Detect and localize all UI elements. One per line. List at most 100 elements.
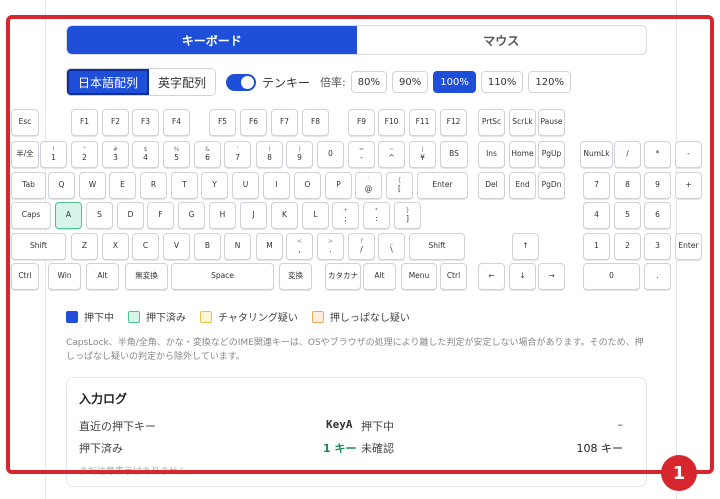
key[interactable]: | ¥	[409, 141, 436, 168]
key[interactable]: ←	[478, 263, 505, 290]
key[interactable]: M	[256, 233, 283, 260]
key[interactable]: PgUp	[538, 141, 565, 168]
key[interactable]: 無変換	[125, 263, 168, 290]
key[interactable]: E	[109, 172, 136, 199]
key[interactable]: Enter	[417, 172, 468, 199]
key[interactable]: F10	[378, 109, 405, 136]
key[interactable]: 6	[644, 202, 671, 229]
key[interactable]: F	[147, 202, 174, 229]
key[interactable]: F11	[409, 109, 436, 136]
key[interactable]: Ins	[478, 141, 505, 168]
key[interactable]: F6	[240, 109, 267, 136]
key[interactable]: Z	[71, 233, 98, 260]
key[interactable]: <,	[286, 233, 313, 260]
key[interactable]: D	[117, 202, 144, 229]
key[interactable]: {[	[386, 172, 413, 199]
key[interactable]: BS	[440, 141, 468, 168]
key[interactable]: +;	[332, 202, 359, 229]
key[interactable]: ' 7	[224, 141, 251, 168]
key[interactable]: N	[224, 233, 251, 260]
key[interactable]: = -	[348, 141, 375, 168]
key[interactable]: +	[675, 172, 702, 199]
key[interactable]: F9	[348, 109, 375, 136]
key[interactable]: Win	[48, 263, 81, 290]
key[interactable]: G	[178, 202, 205, 229]
key[interactable]: S	[86, 202, 113, 229]
key[interactable]: 変換	[279, 263, 312, 290]
key[interactable]: End	[509, 172, 536, 199]
key[interactable]: 半/全	[11, 141, 39, 168]
key[interactable]: 7	[583, 172, 610, 199]
key[interactable]: Shift	[11, 233, 66, 260]
key[interactable]: ? /	[348, 233, 375, 260]
key[interactable]: ` @	[355, 172, 382, 199]
key[interactable]: 8	[614, 172, 641, 199]
key[interactable]: }]	[394, 202, 421, 229]
key[interactable]: Esc	[11, 109, 39, 136]
key[interactable]: *:	[363, 202, 390, 229]
key[interactable]: 9	[644, 172, 671, 199]
key[interactable]: $4	[132, 141, 159, 168]
key[interactable]: F5	[209, 109, 236, 136]
key[interactable]: Space	[171, 263, 274, 290]
key[interactable]: Caps	[11, 202, 51, 229]
key[interactable]: ↓	[509, 263, 536, 290]
key[interactable]: Enter	[675, 233, 702, 260]
key[interactable]: X	[102, 233, 129, 260]
key[interactable]: >.	[317, 233, 344, 260]
key[interactable]: I	[263, 172, 290, 199]
key[interactable]: Home	[509, 141, 536, 168]
key[interactable]: Menu	[401, 263, 437, 290]
key[interactable]: ↑	[512, 233, 539, 260]
key[interactable]: L	[302, 202, 329, 229]
key[interactable]: P	[325, 172, 352, 199]
key[interactable]: W	[79, 172, 106, 199]
key[interactable]: /	[614, 141, 641, 168]
key[interactable]: Y	[201, 172, 228, 199]
key[interactable]: .	[644, 263, 671, 290]
key[interactable]: B	[194, 233, 221, 260]
key[interactable]: Tab	[11, 172, 46, 199]
key[interactable]: 1	[583, 233, 610, 260]
key[interactable]: V	[163, 233, 190, 260]
key[interactable]: F8	[302, 109, 329, 136]
key[interactable]: カタカナ	[325, 263, 361, 290]
key[interactable]: 2	[614, 233, 641, 260]
key[interactable]: F3	[132, 109, 159, 136]
key[interactable]: Alt	[86, 263, 119, 290]
key[interactable]: Ctrl	[440, 263, 467, 290]
key[interactable]: →	[538, 263, 565, 290]
key[interactable]: Ctrl	[11, 263, 39, 290]
key[interactable]: O	[294, 172, 321, 199]
key[interactable]: 0	[317, 141, 344, 168]
key[interactable]: ! 1	[40, 141, 67, 168]
key[interactable]: (8	[256, 141, 283, 168]
key[interactable]: Del	[478, 172, 505, 199]
key[interactable]: Shift	[409, 233, 465, 260]
key[interactable]: Alt	[363, 263, 396, 290]
key[interactable]: T	[171, 172, 198, 199]
key[interactable]: ScrLk	[509, 109, 536, 136]
key[interactable]: 5	[614, 202, 641, 229]
key[interactable]: ) 9	[286, 141, 313, 168]
key[interactable]: Pause	[538, 109, 565, 136]
key[interactable]: F12	[440, 109, 467, 136]
key[interactable]: -	[675, 141, 702, 168]
key[interactable]: K	[271, 202, 298, 229]
key[interactable]: ~ ^	[378, 141, 405, 168]
key[interactable]: % 5	[163, 141, 190, 168]
key[interactable]: _ \	[378, 233, 405, 260]
key[interactable]: J	[240, 202, 267, 229]
key[interactable]: C	[132, 233, 159, 260]
key[interactable]: 4	[583, 202, 610, 229]
key[interactable]: F4	[163, 109, 190, 136]
key[interactable]: #3	[102, 141, 129, 168]
key[interactable]: 3	[644, 233, 671, 260]
key[interactable]: H	[209, 202, 236, 229]
key[interactable]: F1	[71, 109, 98, 136]
key[interactable]: F2	[102, 109, 129, 136]
key[interactable]: NumLk	[580, 141, 613, 168]
key[interactable]: PrtSc	[478, 109, 505, 136]
key[interactable]: & 6	[194, 141, 221, 168]
key[interactable]: " 2	[71, 141, 98, 168]
